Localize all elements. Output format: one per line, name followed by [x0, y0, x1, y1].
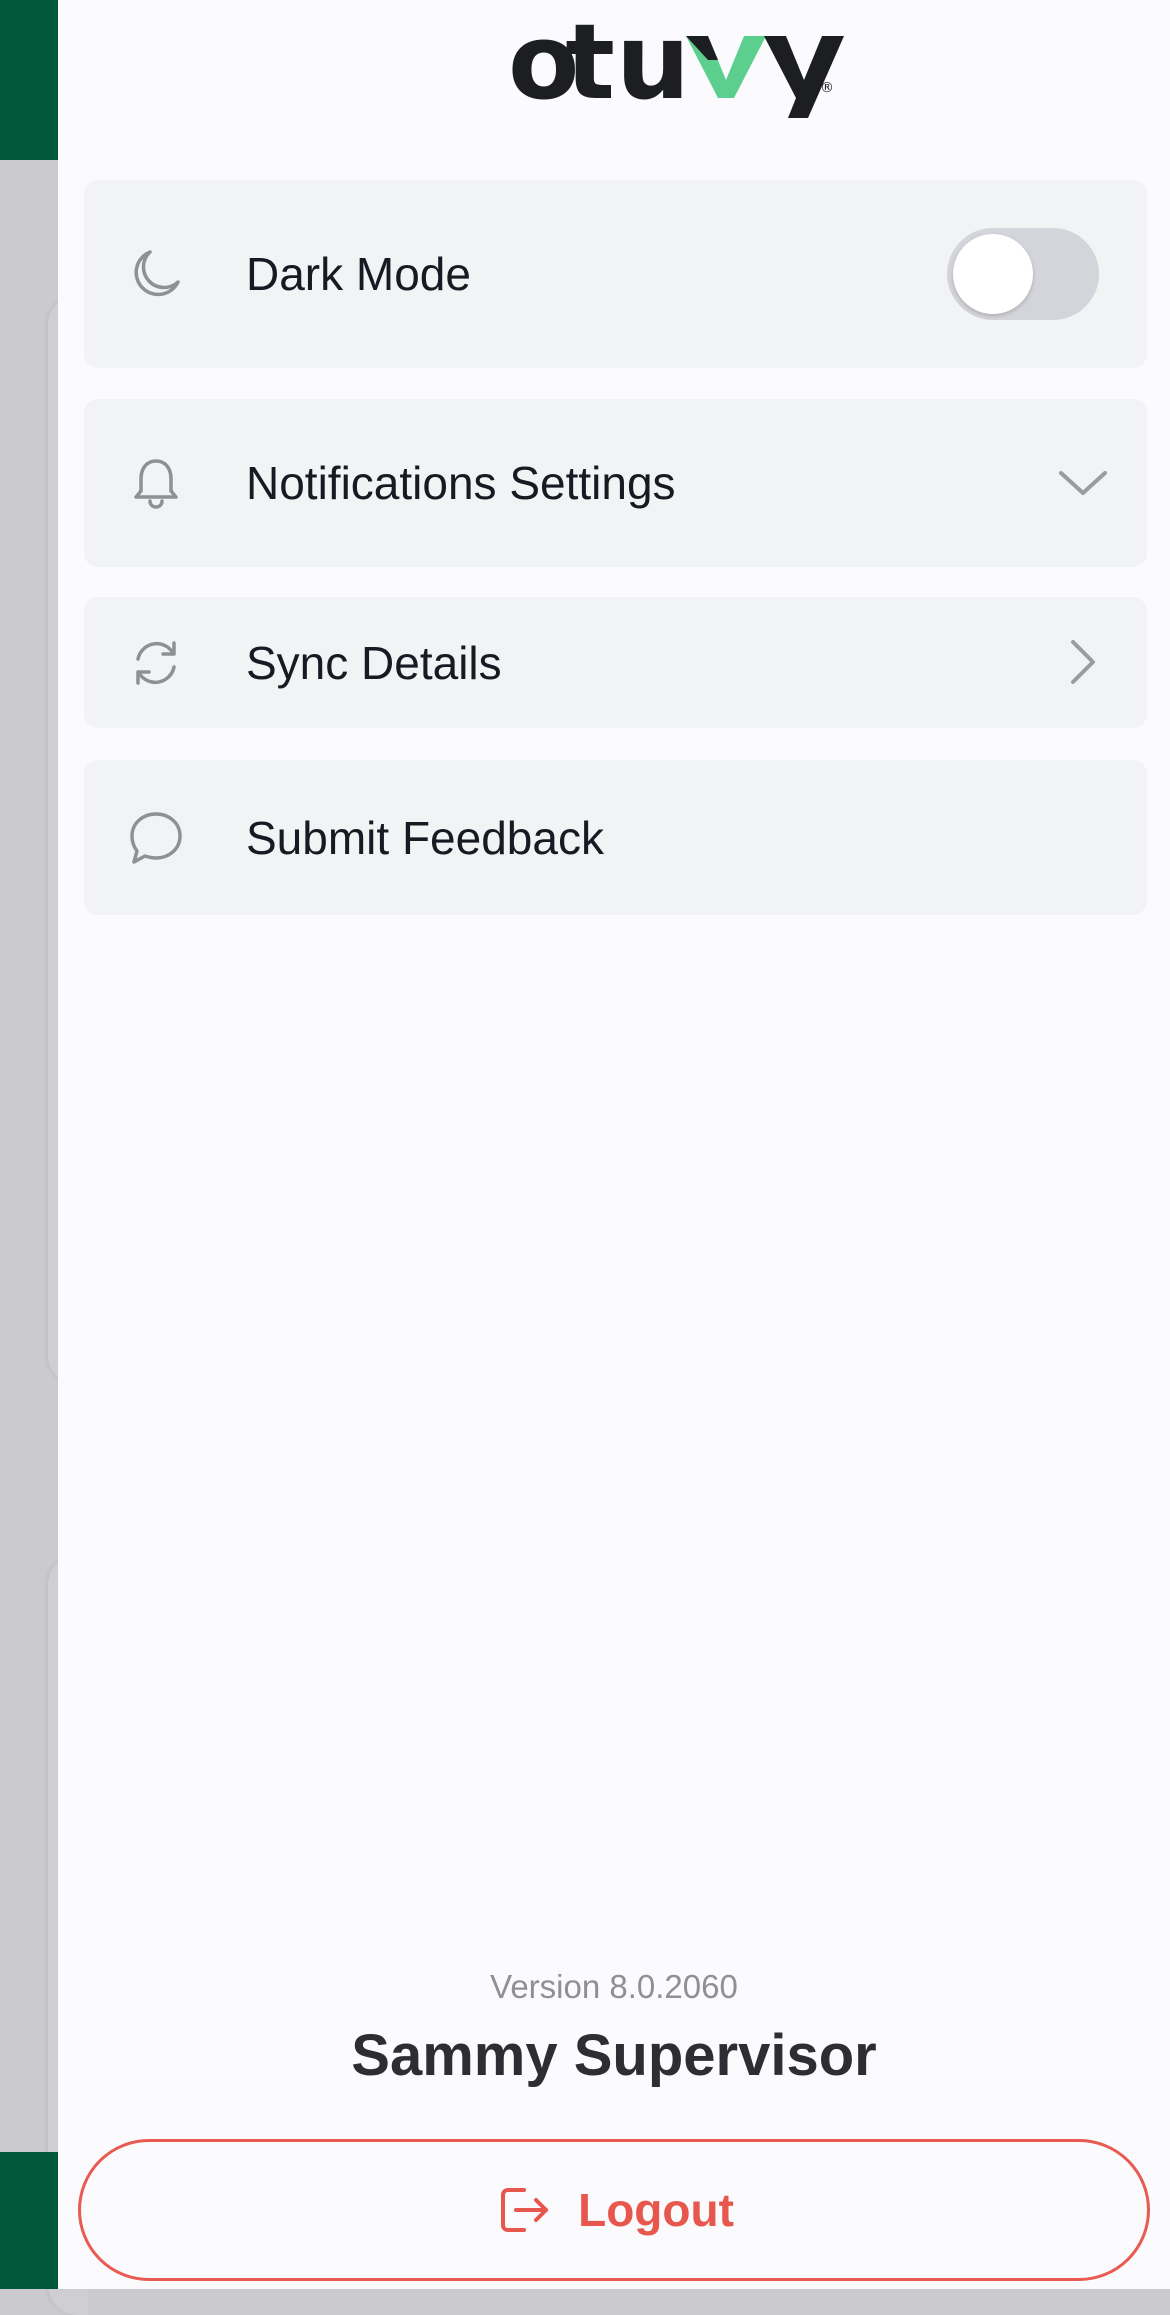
svg-text:ot: ot [508, 6, 613, 123]
app-version: Version 8.0.2060 [490, 1968, 738, 2005]
user-name: Sammy Supervisor [351, 2023, 877, 2088]
dark-mode-row[interactable]: Dark Mode [84, 180, 1147, 368]
svg-text:u: u [616, 6, 690, 123]
registered-mark: ® [820, 80, 834, 96]
toggle-knob [953, 234, 1033, 314]
otuvy-logo: ot u ® [58, 0, 1170, 130]
logout-icon [494, 2180, 554, 2240]
logout-label: Logout [578, 2184, 734, 2236]
notifications-settings-row[interactable]: Notifications Settings [84, 399, 1147, 567]
dark-mode-label: Dark Mode [246, 248, 471, 300]
notifications-settings-label: Notifications Settings [246, 457, 676, 509]
chat-bubble-icon [128, 810, 184, 866]
side-drawer: ot u ® Dark Mode Notifications Settings … [58, 0, 1170, 2289]
chevron-down-icon[interactable] [1053, 453, 1113, 513]
moon-icon [128, 246, 184, 302]
submit-feedback-row[interactable]: Submit Feedback [84, 760, 1147, 915]
background-app-footer [0, 2152, 60, 2289]
logout-button[interactable]: Logout [78, 2139, 1150, 2281]
sync-details-row[interactable]: Sync Details [84, 597, 1147, 728]
background-app-header [0, 0, 60, 160]
chevron-right-icon [1051, 632, 1111, 692]
dark-mode-toggle[interactable] [947, 228, 1099, 320]
sync-details-label: Sync Details [246, 636, 502, 689]
submit-feedback-label: Submit Feedback [246, 811, 604, 864]
bell-icon [128, 455, 184, 511]
sync-icon [128, 635, 184, 691]
